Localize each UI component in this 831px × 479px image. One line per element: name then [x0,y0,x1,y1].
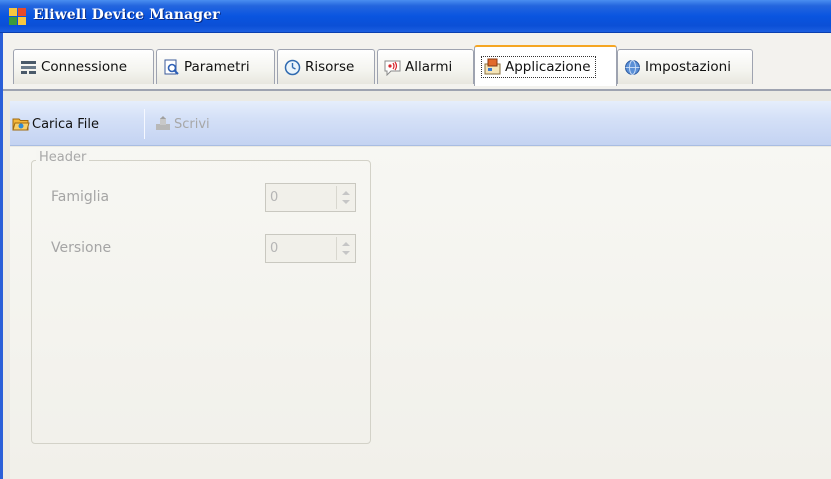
spin-up-icon[interactable] [342,242,350,246]
title-bar: Eliwell Device Manager [0,0,831,33]
famiglia-spinbox[interactable]: 0 [265,183,356,212]
alarm-speech-icon [384,60,401,76]
tab-connessione[interactable]: Connessione [13,49,154,84]
app-grid-icon [9,8,26,25]
tab-label: Risorse [305,59,355,75]
tab-focus-rect: Applicazione [481,55,596,78]
load-file-button[interactable]: Carica File [12,112,99,136]
tab-label: Impostazioni [645,59,731,75]
tab-impostazioni[interactable]: Impostazioni [617,49,753,84]
folder-open-icon [12,118,30,131]
toolbar: Carica File Scrivi [10,101,831,146]
tab-label: Applicazione [505,58,591,75]
tab-strip: Connessione Parametri Risorse Allarmi Ap… [3,33,831,90]
famiglia-value: 0 [270,190,279,205]
toolbar-separator [144,109,145,139]
spin-down-icon[interactable] [342,251,350,255]
clock-icon [284,59,301,75]
window-title: Eliwell Device Manager [33,7,220,23]
tab-applicazione[interactable]: Applicazione [474,45,617,86]
versione-value: 0 [270,241,279,256]
tab-risorse[interactable]: Risorse [277,49,375,84]
load-file-label: Carica File [32,116,99,132]
versione-label: Versione [51,240,112,256]
famiglia-label: Famiglia [51,189,110,205]
famiglia-spin-buttons[interactable] [336,186,353,209]
spin-up-icon[interactable] [342,191,350,195]
connection-grid-icon [21,60,36,74]
tab-allarmi[interactable]: Allarmi [377,49,474,84]
tab-label: Parametri [184,59,250,75]
tab-baseline [3,89,831,91]
tab-label: Connessione [41,59,128,75]
versione-spinbox[interactable]: 0 [265,234,356,263]
magnifier-document-icon [164,59,179,75]
globe-settings-icon [625,59,640,75]
write-button[interactable]: Scrivi [154,112,210,136]
tab-label: Allarmi [405,59,453,75]
spin-down-icon[interactable] [342,200,350,204]
write-label: Scrivi [174,116,210,132]
versione-spin-buttons[interactable] [336,237,353,260]
header-group-legend: Header [36,150,90,165]
tab-parametri[interactable]: Parametri [156,49,275,84]
write-device-icon [156,116,170,130]
application-package-icon [484,58,501,75]
